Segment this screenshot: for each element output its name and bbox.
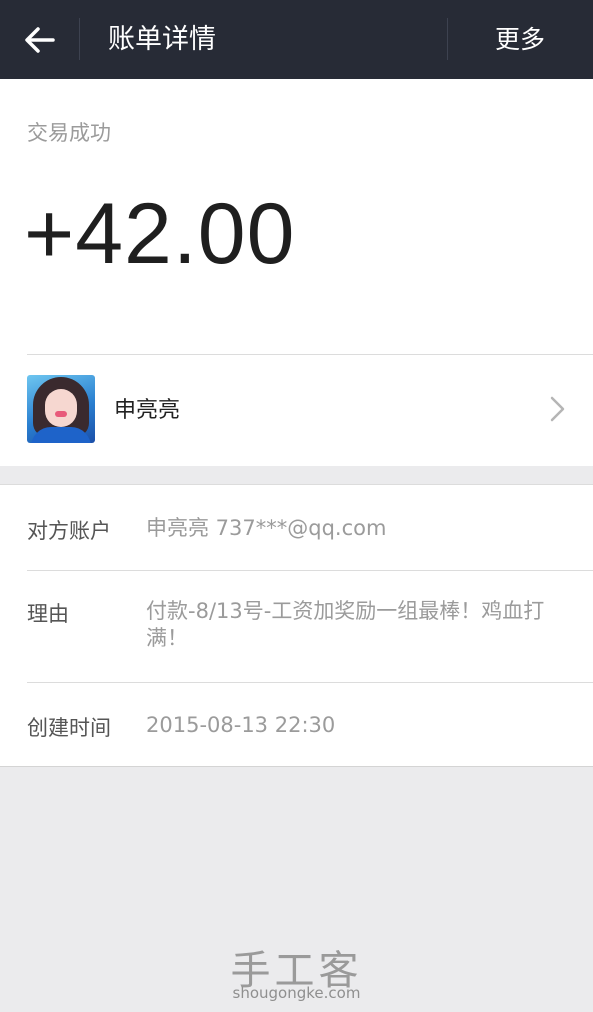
payer-name: 申亮亮 xyxy=(114,398,181,423)
transaction-amount: +42.00 xyxy=(24,186,296,282)
detail-label: 理由 xyxy=(27,602,69,626)
detail-label: 创建时间 xyxy=(27,716,111,740)
transaction-details: 对方账户 申亮亮 737***@qq.com 理由 付款-8/13号-工资加奖励… xyxy=(0,484,593,767)
detail-value: 申亮亮 737***@qq.com xyxy=(146,516,387,540)
detail-row-created: 创建时间 2015-08-13 22:30 xyxy=(0,683,593,767)
more-button[interactable]: 更多 xyxy=(447,0,593,79)
watermark-url: shougongke.com xyxy=(232,984,361,1002)
back-button[interactable] xyxy=(0,0,80,79)
payer-row[interactable]: 申亮亮 xyxy=(0,355,593,466)
avatar xyxy=(27,375,95,443)
detail-row-account: 对方账户 申亮亮 737***@qq.com xyxy=(0,485,593,570)
transaction-status: 交易成功 xyxy=(27,121,111,145)
chevron-right-icon xyxy=(550,396,565,422)
detail-value: 2015-08-13 22:30 xyxy=(146,713,336,737)
detail-row-reason: 理由 付款-8/13号-工资加奖励一组最棒！鸡血打满！ xyxy=(0,571,593,682)
top-bar: 账单详情 更多 xyxy=(0,0,593,79)
page-title: 账单详情 xyxy=(108,24,216,55)
transaction-summary: 交易成功 +42.00 申亮亮 xyxy=(0,79,593,466)
arrow-left-icon xyxy=(25,26,55,53)
detail-value: 付款-8/13号-工资加奖励一组最棒！鸡血打满！ xyxy=(146,599,545,650)
header-divider xyxy=(79,18,80,60)
detail-label: 对方账户 xyxy=(27,519,111,543)
